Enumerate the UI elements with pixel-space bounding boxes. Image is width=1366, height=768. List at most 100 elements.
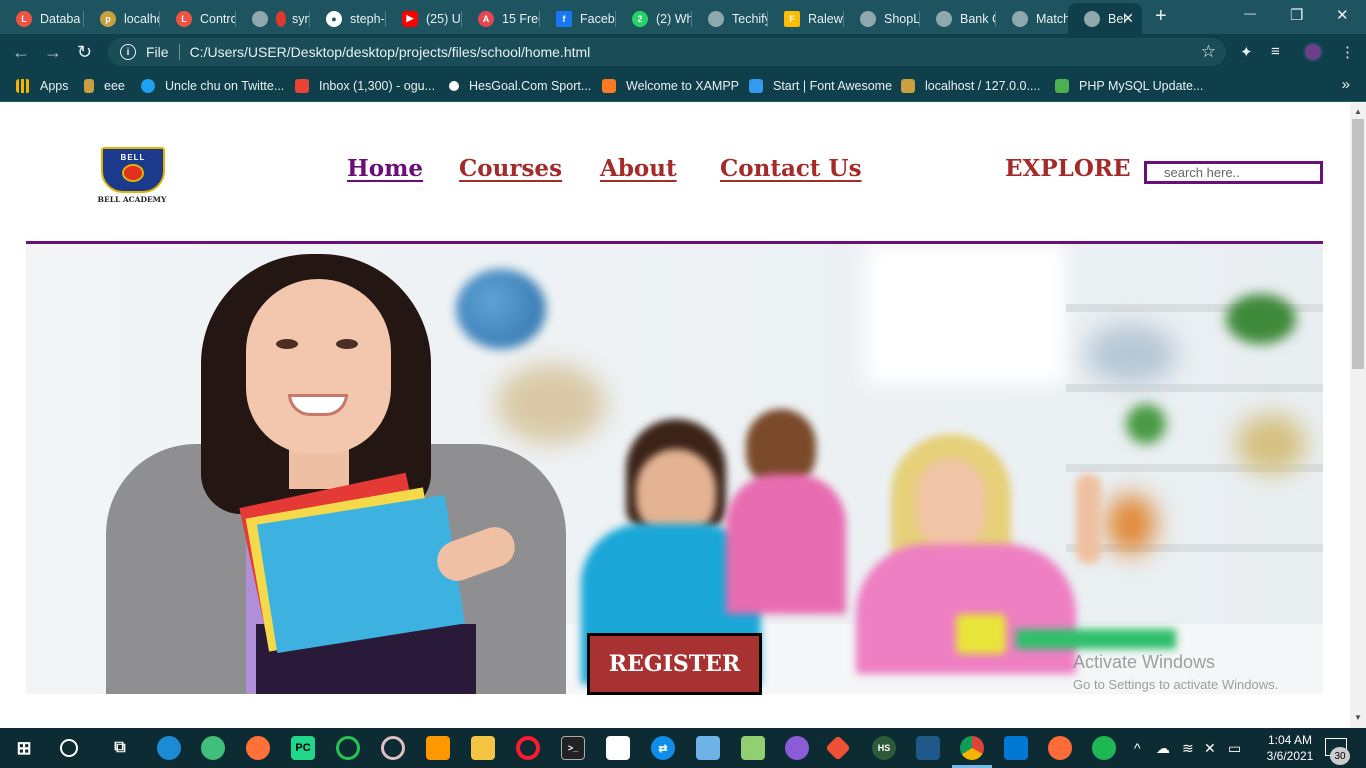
- info-icon[interactable]: i: [120, 44, 136, 60]
- chevron-up-icon[interactable]: ^: [1134, 740, 1141, 756]
- tab-label: Contro: [200, 11, 236, 26]
- close-window-button[interactable]: ✕: [1336, 6, 1349, 24]
- tab[interactable]: syn: [236, 3, 310, 34]
- pycharm-icon[interactable]: PC: [291, 736, 315, 760]
- bookmark-item[interactable]: Inbox (1,300) - ogu...: [295, 77, 435, 95]
- forward-arrow-icon[interactable]: →: [44, 42, 62, 62]
- tab-strip: L Databa p localho L Contro syn ● steph-…: [0, 0, 1366, 34]
- back-arrow-icon[interactable]: ←: [12, 42, 30, 62]
- browser-toolbar: ← → ↻ i File C:/Users/USER/Desktop/deskt…: [0, 34, 1366, 70]
- media-queue-icon[interactable]: ≡: [1271, 43, 1289, 61]
- scroll-down-icon[interactable]: ▼: [1354, 713, 1362, 722]
- scroll-up-icon[interactable]: ▲: [1354, 107, 1362, 116]
- reload-icon[interactable]: ↻: [77, 42, 92, 62]
- nav-home[interactable]: Home: [347, 155, 423, 182]
- sublime-icon[interactable]: [426, 736, 450, 760]
- wifi-icon[interactable]: ≋: [1182, 740, 1194, 757]
- new-tab-button[interactable]: +: [1155, 6, 1167, 26]
- git-icon[interactable]: [825, 735, 851, 761]
- store-icon[interactable]: [606, 736, 630, 760]
- bookmark-item[interactable]: PHP MySQL Update...: [1055, 77, 1203, 95]
- youtube-icon: ▶: [402, 10, 418, 27]
- task-view-icon[interactable]: ⧉: [108, 736, 132, 760]
- nav-contact-us[interactable]: Contact Us: [720, 155, 862, 182]
- speaker-mute-icon[interactable]: ✕: [1204, 740, 1216, 757]
- nav-courses[interactable]: Courses: [459, 155, 562, 182]
- bookmark-label: Start | Font Awesome: [773, 79, 893, 93]
- circle-app-icon[interactable]: [336, 736, 360, 760]
- extensions-puzzle-icon[interactable]: ✦: [1240, 43, 1258, 61]
- bookmark-item[interactable]: eee: [84, 77, 125, 95]
- bookmark-label: Uncle chu on Twitte...: [165, 79, 285, 93]
- tab[interactable]: L Contro: [160, 3, 236, 34]
- profile-avatar-icon[interactable]: [1303, 42, 1323, 62]
- edge-icon[interactable]: [157, 736, 181, 760]
- file-explorer-icon[interactable]: [471, 736, 495, 760]
- facebook-icon: f: [556, 10, 572, 27]
- tab[interactable]: ShopL: [844, 3, 920, 34]
- github-icon: ●: [326, 10, 342, 27]
- bookmark-item[interactable]: HesGoal.Com Sport...: [449, 77, 591, 95]
- register-button[interactable]: REGISTER: [587, 633, 762, 695]
- chrome-icon[interactable]: [960, 736, 984, 760]
- vscode-icon[interactable]: [1004, 736, 1028, 760]
- search-input[interactable]: [1144, 161, 1323, 184]
- bookmarks-overflow-button[interactable]: »: [1342, 76, 1350, 93]
- hs-icon[interactable]: HS: [872, 736, 896, 760]
- restore-button[interactable]: ❐: [1290, 6, 1303, 24]
- tab-active[interactable]: Bel ✕: [1068, 3, 1142, 34]
- teamviewer-icon[interactable]: ⇄: [651, 736, 675, 760]
- system-clock[interactable]: 1:04 AM 3/6/2021: [1258, 732, 1322, 764]
- phpmyadmin-icon: [84, 79, 94, 93]
- opera-icon[interactable]: [516, 736, 540, 760]
- tab[interactable]: ● steph-: [310, 3, 386, 34]
- spotify-icon[interactable]: [1092, 736, 1116, 760]
- site-logo[interactable]: BELL BELL ACADEMY: [96, 147, 168, 205]
- bookmark-item[interactable]: localhost / 127.0.0....: [901, 77, 1040, 95]
- bookmark-item[interactable]: Start | Font Awesome: [749, 77, 892, 95]
- minimize-button[interactable]: —: [1244, 6, 1256, 20]
- clock-time: 1:04 AM: [1267, 733, 1313, 747]
- page-scrollbar[interactable]: ▲ ▼: [1350, 103, 1366, 728]
- github-desktop-icon[interactable]: [785, 736, 809, 760]
- bookmark-item[interactable]: Uncle chu on Twitte...: [141, 77, 284, 95]
- address-bar[interactable]: i File C:/Users/USER/Desktop/desktop/pro…: [108, 38, 1226, 66]
- virtualbox-icon[interactable]: [696, 736, 720, 760]
- tab[interactable]: Match: [996, 3, 1068, 34]
- battery-icon[interactable]: ▭: [1228, 740, 1241, 757]
- gmail-icon: [295, 79, 309, 93]
- clock-date: 3/6/2021: [1266, 749, 1314, 763]
- globe-icon: [860, 10, 876, 27]
- bookmark-apps[interactable]: Apps: [16, 77, 69, 95]
- tab[interactable]: A 15 Free: [462, 3, 540, 34]
- postman-icon[interactable]: [1048, 736, 1072, 760]
- tab[interactable]: Bank C: [920, 3, 996, 34]
- tab[interactable]: f Facebo: [540, 3, 616, 34]
- tab[interactable]: Techify: [692, 3, 768, 34]
- tab[interactable]: p localho: [84, 3, 160, 34]
- tab-label: ShopL: [884, 11, 920, 26]
- mysql-workbench-icon[interactable]: [916, 736, 940, 760]
- tab[interactable]: F Ralewa: [768, 3, 844, 34]
- bookmark-item[interactable]: Welcome to XAMPP: [602, 77, 739, 95]
- search-circle-icon[interactable]: [60, 739, 78, 757]
- scrollbar-thumb[interactable]: [1352, 119, 1364, 369]
- atom-icon[interactable]: [201, 736, 225, 760]
- onedrive-icon[interactable]: ☁: [1156, 740, 1170, 757]
- globe-icon: [708, 10, 724, 27]
- media-icon[interactable]: [381, 736, 405, 760]
- terminal-icon[interactable]: >_: [561, 736, 585, 760]
- windows-start-icon[interactable]: ⊞: [12, 736, 36, 760]
- logo-name: BELL ACADEMY: [97, 195, 167, 204]
- nav-about[interactable]: About: [600, 155, 677, 182]
- close-tab-icon[interactable]: ✕: [1122, 10, 1134, 27]
- firefox-icon[interactable]: [246, 736, 270, 760]
- google-fonts-icon: F: [784, 10, 800, 27]
- bookmark-star-icon[interactable]: ☆: [1201, 42, 1216, 62]
- tab[interactable]: 2 (2) Wh: [616, 3, 692, 34]
- globe-icon: [252, 10, 268, 27]
- notepadpp-icon[interactable]: [741, 736, 765, 760]
- tab[interactable]: ▶ (25) Ul: [386, 3, 462, 34]
- menu-kebab-icon[interactable]: ⋮: [1340, 43, 1358, 61]
- tab[interactable]: L Databa: [0, 3, 84, 34]
